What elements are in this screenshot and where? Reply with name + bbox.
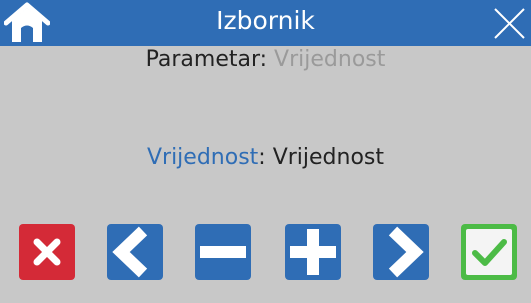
parameter-label: Parametar	[145, 47, 260, 72]
title-bar: Izbornik	[0, 0, 531, 46]
value-line: Vrijednost: Vrijednost	[0, 143, 531, 173]
plus-icon	[285, 224, 341, 280]
minus-icon	[195, 224, 251, 280]
value-text: Vrijednost	[265, 145, 385, 170]
cancel-button[interactable]	[18, 223, 76, 281]
next-button[interactable]	[372, 223, 430, 281]
confirm-button[interactable]	[460, 223, 518, 281]
decrease-button[interactable]	[194, 223, 252, 281]
parameter-value: Vrijednost	[267, 47, 386, 72]
checkmark-icon	[461, 224, 517, 280]
parameter-line: Parametar: Vrijednost	[0, 46, 531, 74]
previous-button[interactable]	[106, 223, 164, 281]
chevron-left-icon	[107, 224, 163, 280]
close-icon[interactable]	[489, 4, 529, 42]
value-label: Vrijednost	[146, 145, 259, 170]
parameter-separator: :	[259, 47, 268, 72]
value-separator: :	[258, 145, 266, 170]
increase-button[interactable]	[284, 223, 342, 281]
cancel-x-icon	[19, 224, 75, 280]
page-title: Izbornik	[216, 6, 315, 35]
chevron-right-icon	[373, 224, 429, 280]
